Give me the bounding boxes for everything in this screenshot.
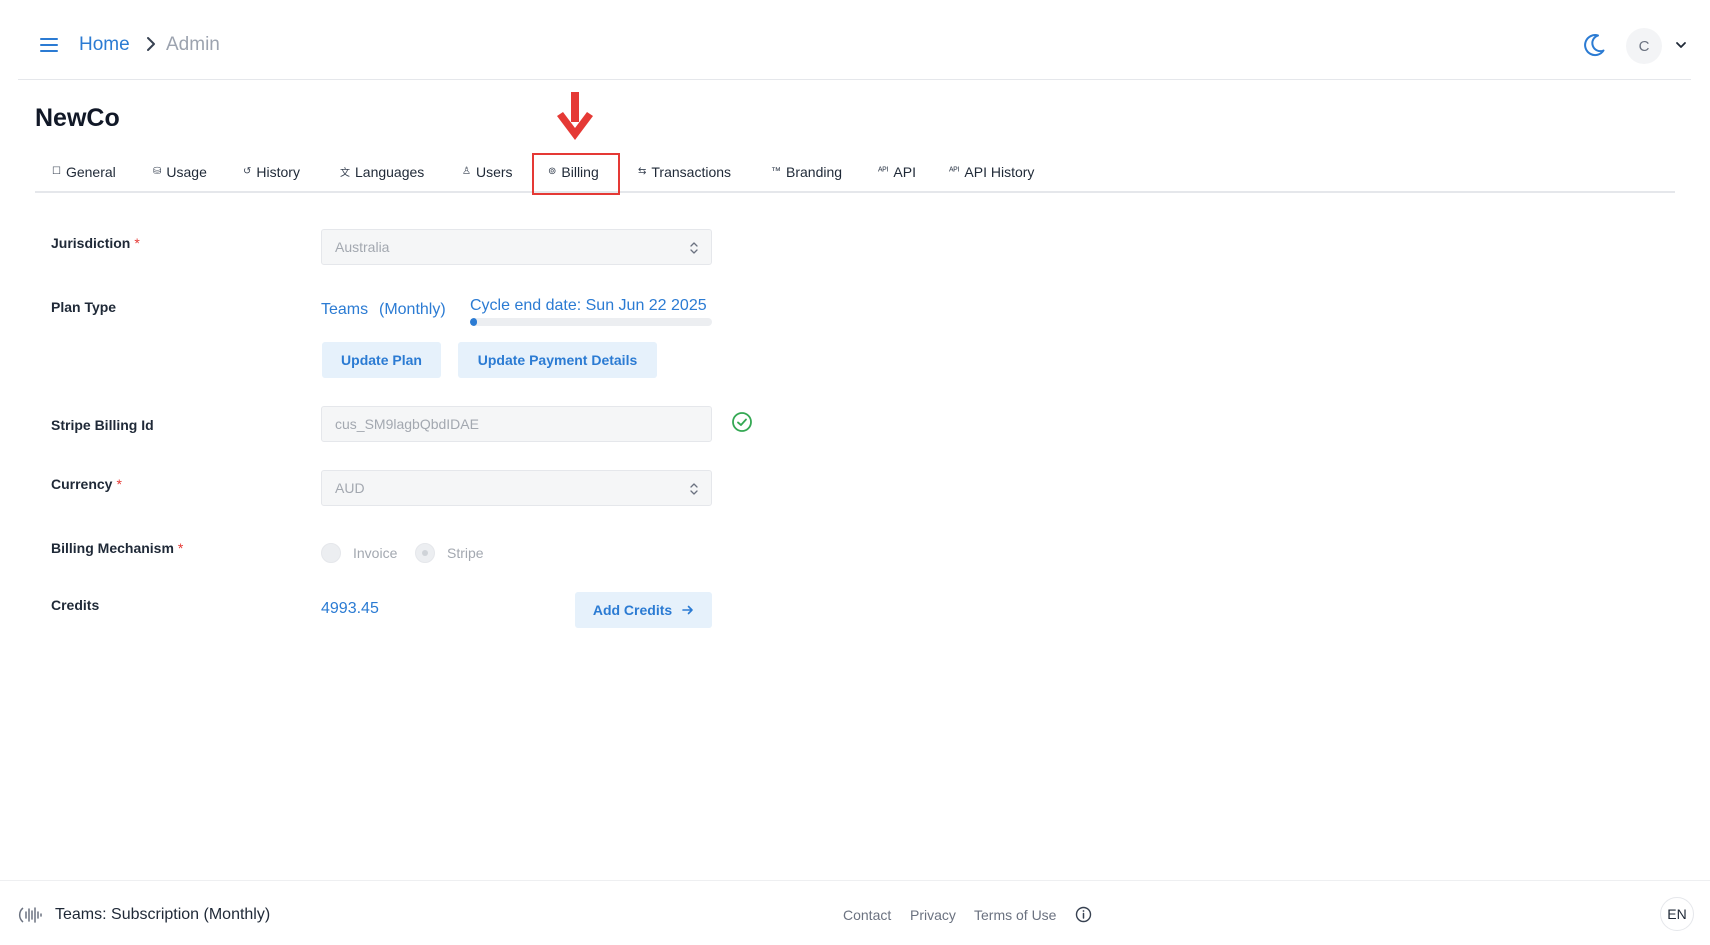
user-icon: ♙ <box>462 166 471 177</box>
tab-users[interactable]: ♙ Users <box>462 150 513 193</box>
waveform-logo-icon <box>18 907 42 923</box>
footer-link-terms[interactable]: Terms of Use <box>974 907 1056 923</box>
plan-type-label: Plan Type <box>51 299 117 315</box>
top-header: Home Admin C <box>18 0 1691 80</box>
tab-api-history[interactable]: ᴬᴾᴵ API History <box>949 150 1034 193</box>
footer-link-privacy[interactable]: Privacy <box>910 907 956 923</box>
database-icon: ⛁ <box>153 166 162 177</box>
menu-icon[interactable] <box>38 33 62 57</box>
tab-history[interactable]: ↺ History <box>243 150 300 193</box>
radio-invoice-label: Invoice <box>353 545 398 561</box>
breadcrumb-home-link[interactable]: Home <box>79 34 130 56</box>
tab-usage[interactable]: ⛁ Usage <box>153 150 207 193</box>
radio-stripe-label: Stripe <box>447 545 484 561</box>
admin-tabs: ☐ General ⛁ Usage ↺ History 文 Languages ♙ Use… <box>35 150 1675 193</box>
trademark-icon: ™ <box>771 166 781 177</box>
update-plan-button[interactable]: Update Plan <box>322 342 441 378</box>
cycle-progress-bar <box>470 318 712 326</box>
plan-name: Teams <box>321 301 369 318</box>
arrow-right-icon <box>682 605 693 615</box>
history-icon: ↺ <box>243 166 252 177</box>
credits-label: Credits <box>51 597 100 613</box>
transfer-icon: ⇆ <box>638 166 647 177</box>
subscription-status: Teams: Subscription (Monthly) <box>55 906 271 923</box>
add-credits-button[interactable]: Add Credits <box>575 592 712 628</box>
radio-invoice[interactable] <box>321 543 341 563</box>
page-title: NewCo <box>35 104 120 132</box>
jurisdiction-label: Jurisdiction * <box>51 235 140 251</box>
api-icon: ᴬᴾᴵ <box>878 166 889 177</box>
stripe-billing-id-label: Stripe Billing Id <box>51 417 154 433</box>
currency-select[interactable]: AUD <box>321 470 712 506</box>
jurisdiction-select[interactable]: Australia <box>321 229 712 265</box>
user-avatar[interactable]: C <box>1626 28 1662 64</box>
square-icon: ☐ <box>52 166 61 177</box>
cycle-end-date: Cycle end date: Sun Jun 22 2025 <box>470 297 707 314</box>
stripe-billing-id-input[interactable]: cus_SM9lagbQbdIDAE <box>321 406 712 442</box>
dark-mode-toggle-icon[interactable] <box>1581 32 1607 58</box>
tab-languages[interactable]: 文 Languages <box>340 150 424 193</box>
up-down-chevron-icon <box>690 242 698 254</box>
tab-branding[interactable]: ™ Branding <box>771 150 842 193</box>
billing-mechanism-label: Billing Mechanism * <box>51 540 184 556</box>
plan-period: (Monthly) <box>379 301 446 318</box>
api-history-icon: ᴬᴾᴵ <box>949 166 960 177</box>
currency-label: Currency * <box>51 476 122 492</box>
chevron-down-icon[interactable] <box>1674 38 1688 52</box>
footer-link-contact[interactable]: Contact <box>843 907 891 923</box>
credits-value: 4993.45 <box>321 600 379 617</box>
translate-icon: 文 <box>340 168 350 179</box>
check-circle-icon <box>732 412 752 432</box>
breadcrumb-current: Admin <box>166 34 220 55</box>
tab-api[interactable]: ᴬᴾᴵ API <box>878 150 916 193</box>
language-selector[interactable]: EN <box>1660 897 1694 931</box>
tab-general[interactable]: ☐ General <box>52 150 116 193</box>
radio-stripe[interactable] <box>415 543 435 563</box>
info-icon[interactable] <box>1075 906 1092 923</box>
tab-transactions[interactable]: ⇆ Transactions <box>638 150 731 193</box>
update-payment-details-button[interactable]: Update Payment Details <box>458 342 657 378</box>
page-footer: Teams: Subscription (Monthly) Contact Pr… <box>0 880 1710 945</box>
red-arrow-down-icon <box>557 92 593 140</box>
cycle-progress-fill <box>470 318 478 326</box>
up-down-chevron-icon <box>690 483 698 495</box>
chevron-right-icon <box>147 37 155 51</box>
billing-tab-highlight <box>532 153 620 195</box>
